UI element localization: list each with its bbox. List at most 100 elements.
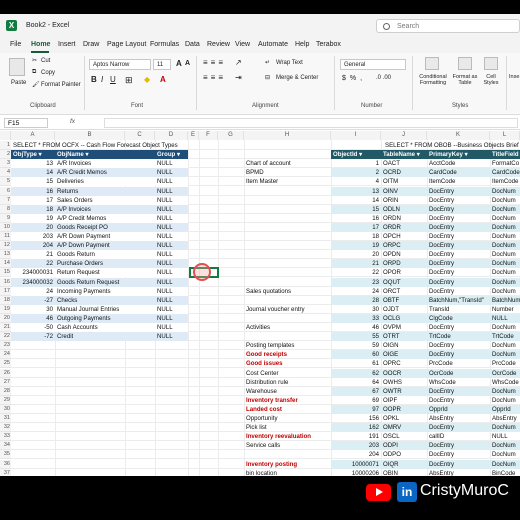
table-cell[interactable]: callID xyxy=(427,432,490,441)
table-cell[interactable]: DocEntry xyxy=(427,287,490,296)
table-cell[interactable]: NULL xyxy=(155,286,188,296)
number-format-icons[interactable]: $%, xyxy=(342,75,366,82)
table-cell[interactable]: 19 xyxy=(11,213,55,223)
row-header[interactable]: 8 xyxy=(0,204,11,214)
underline-button[interactable]: U xyxy=(110,75,116,84)
table-cell[interactable]: CardCode xyxy=(427,168,490,178)
table-cell[interactable]: ClgCode xyxy=(427,313,490,323)
indent-icon[interactable]: ⇥ xyxy=(235,73,242,82)
table-cell[interactable]: DocNum xyxy=(490,277,520,287)
table-cell[interactable]: Manual Journal Entries xyxy=(55,304,155,314)
table-cell[interactable]: DocNum xyxy=(490,323,520,332)
table-cell[interactable]: 21 xyxy=(331,259,381,269)
table-cell[interactable]: A/P Down Payment xyxy=(55,241,155,251)
table-cell[interactable]: 69 xyxy=(331,396,381,405)
table-cell[interactable]: DocNum xyxy=(490,186,520,196)
table-cell[interactable]: 60 xyxy=(331,350,381,360)
column-header[interactable]: L xyxy=(490,131,520,140)
tab-formulas[interactable]: Formulas xyxy=(150,41,179,48)
description-cell[interactable]: Journal voucher entry xyxy=(244,305,331,314)
table-cell[interactable]: 2 xyxy=(331,168,381,178)
font-name-select[interactable]: Aptos Narrow xyxy=(89,59,151,70)
row-header[interactable]: 30 xyxy=(0,404,11,414)
table-cell[interactable]: DocEntry xyxy=(427,341,490,350)
table-cell[interactable]: NULL xyxy=(155,304,188,314)
table-cell[interactable]: DocNum xyxy=(490,222,520,232)
table-cell[interactable]: OBTF xyxy=(381,295,427,305)
column-header[interactable]: C xyxy=(125,131,155,140)
table-cell[interactable]: NULL xyxy=(155,332,188,342)
column-header[interactable]: A xyxy=(11,131,55,140)
table-cell[interactable]: PrcCode xyxy=(427,359,490,368)
row-header[interactable]: 35 xyxy=(0,450,11,460)
table-cell[interactable]: TrtCode xyxy=(427,332,490,342)
table-cell[interactable]: NULL xyxy=(155,213,188,223)
description-cell[interactable]: Posting templates xyxy=(244,341,331,350)
wrap-text-button[interactable]: Wrap Text xyxy=(276,60,303,66)
table-cell[interactable]: NULL xyxy=(155,295,188,305)
table-cell[interactable]: 15 xyxy=(11,177,55,187)
table-cell[interactable]: 203 xyxy=(331,441,381,451)
table-cell[interactable]: ORIN xyxy=(381,196,427,205)
table-header[interactable]: Group ▾ xyxy=(155,150,188,160)
row-header[interactable]: 27 xyxy=(0,377,11,387)
description-cell[interactable]: Pick list xyxy=(244,423,331,432)
row-header[interactable]: 20 xyxy=(0,313,11,323)
row-header[interactable]: 14 xyxy=(0,259,11,269)
table-cell[interactable]: DocEntry xyxy=(427,268,490,277)
tab-data[interactable]: Data xyxy=(185,41,200,48)
decimal-icons[interactable]: .0 .00 xyxy=(376,75,391,81)
table-cell[interactable]: OCRD xyxy=(381,168,427,178)
table-cell[interactable]: Sales Orders xyxy=(55,195,155,205)
table-cell[interactable]: OIGN xyxy=(381,341,427,350)
table-cell[interactable]: ORDR xyxy=(381,222,427,232)
table-cell[interactable]: 61 xyxy=(331,359,381,368)
table-cell[interactable]: NULL xyxy=(155,277,188,287)
table-cell[interactable]: DocNum xyxy=(490,441,520,451)
table-cell[interactable]: OIGE xyxy=(381,350,427,360)
table-cell[interactable]: 28 xyxy=(331,295,381,305)
format-painter-button[interactable]: Format Painter xyxy=(41,82,81,88)
table-cell[interactable]: 16 xyxy=(11,186,55,196)
description-cell[interactable]: Chart of account xyxy=(244,159,331,168)
table-cell[interactable]: Number xyxy=(490,305,520,314)
font-size-select[interactable]: 11 xyxy=(153,59,171,70)
table-cell[interactable]: Returns xyxy=(55,186,155,196)
table-cell[interactable]: OcrCode xyxy=(427,368,490,378)
table-cell[interactable]: -72 xyxy=(11,332,55,342)
table-cell[interactable]: NULL xyxy=(155,159,188,169)
table-cell[interactable]: 64 xyxy=(331,378,381,387)
table-cell[interactable]: Checks xyxy=(55,295,155,305)
table-cell[interactable]: NULL xyxy=(155,323,188,332)
table-cell[interactable]: DocNum xyxy=(490,287,520,296)
row-header[interactable]: 17 xyxy=(0,286,11,296)
increase-font-icon[interactable]: A xyxy=(176,59,182,68)
table-cell[interactable]: -27 xyxy=(11,295,55,305)
table-cell[interactable]: NULL xyxy=(155,250,188,260)
description-cell[interactable]: Cost Center xyxy=(244,369,331,378)
row-header[interactable]: 5 xyxy=(0,177,11,187)
table-cell[interactable]: Credit xyxy=(55,332,155,342)
paste-button[interactable]: Paste xyxy=(11,80,26,86)
table-cell[interactable]: OQUT xyxy=(381,277,427,287)
orientation-icon[interactable]: ↗ xyxy=(235,58,242,67)
table-cell[interactable]: TrtCode xyxy=(490,332,520,342)
table-cell[interactable]: DocEntry xyxy=(427,277,490,287)
table-cell[interactable]: 10000071 xyxy=(331,459,381,469)
table-cell[interactable]: 4 xyxy=(331,177,381,186)
description-cell[interactable]: Good receipts xyxy=(244,350,331,359)
table-cell[interactable]: DocNum xyxy=(490,241,520,251)
table-cell[interactable]: 10000206 xyxy=(331,469,381,476)
table-cell[interactable]: DocNum xyxy=(490,350,520,360)
table-cell[interactable]: ODLN xyxy=(381,204,427,214)
table-cell[interactable]: AbsEntry xyxy=(427,469,490,476)
table-cell[interactable]: 156 xyxy=(331,414,381,423)
table-cell[interactable]: 18 xyxy=(11,204,55,214)
table-cell[interactable]: BinCode xyxy=(490,469,520,476)
table-cell[interactable]: 13 xyxy=(331,186,381,196)
table-cell[interactable]: OOCR xyxy=(381,368,427,378)
row-header[interactable]: 6 xyxy=(0,186,11,196)
query-title-obob[interactable]: SELECT * FROM OBOB --Business Objects Br… xyxy=(383,141,520,150)
table-cell[interactable]: NULL xyxy=(155,313,188,323)
table-cell[interactable]: DocNum xyxy=(490,250,520,259)
